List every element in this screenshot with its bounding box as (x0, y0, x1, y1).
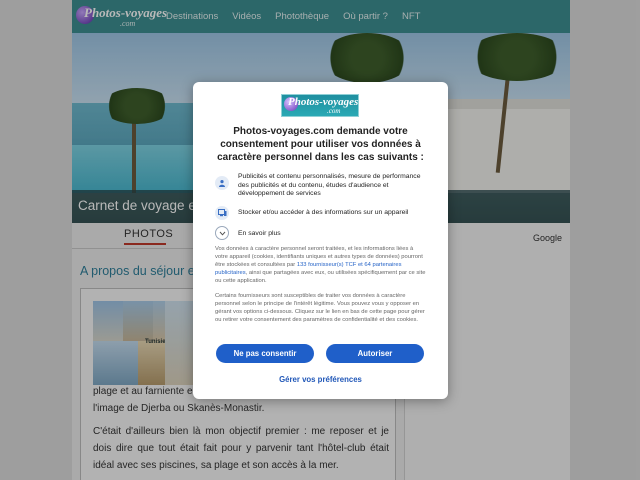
manage-preferences-link[interactable]: Gérer vos préférences (193, 375, 448, 384)
learn-more-label: En savoir plus (238, 229, 281, 237)
device-icon (215, 206, 229, 220)
consent-dialog: Photos-voyages .com Photos-voyages.com d… (193, 82, 448, 399)
consent-logo: Photos-voyages .com (281, 94, 359, 117)
consent-logo-text: Photos-voyages (288, 96, 359, 108)
purpose-storage: Stocker et/ou accéder à des informations… (215, 206, 429, 220)
paragraph-text: , ainsi que partagées avec eux, ou utili… (215, 269, 426, 284)
consent-title: Photos-voyages.com demande votre consent… (217, 126, 424, 163)
purpose-ads-text: Publicités et contenu personnalisés, mes… (238, 173, 421, 198)
consent-logo-suffix: .com (327, 107, 341, 115)
chevron-down-icon (215, 226, 229, 240)
person-icon (215, 176, 229, 190)
learn-more-toggle[interactable]: En savoir plus (215, 226, 281, 240)
consent-paragraph-1: Vos données à caractère personnel seront… (215, 246, 426, 286)
refuse-button[interactable]: Ne pas consentir (216, 344, 314, 363)
consent-paragraph-2: Certains fournisseurs sont susceptibles … (215, 293, 425, 323)
purpose-storage-text: Stocker et/ou accéder à des informations… (238, 209, 409, 216)
accept-button[interactable]: Autoriser (326, 344, 424, 363)
purpose-ads: Publicités et contenu personnalisés, mes… (215, 173, 429, 199)
